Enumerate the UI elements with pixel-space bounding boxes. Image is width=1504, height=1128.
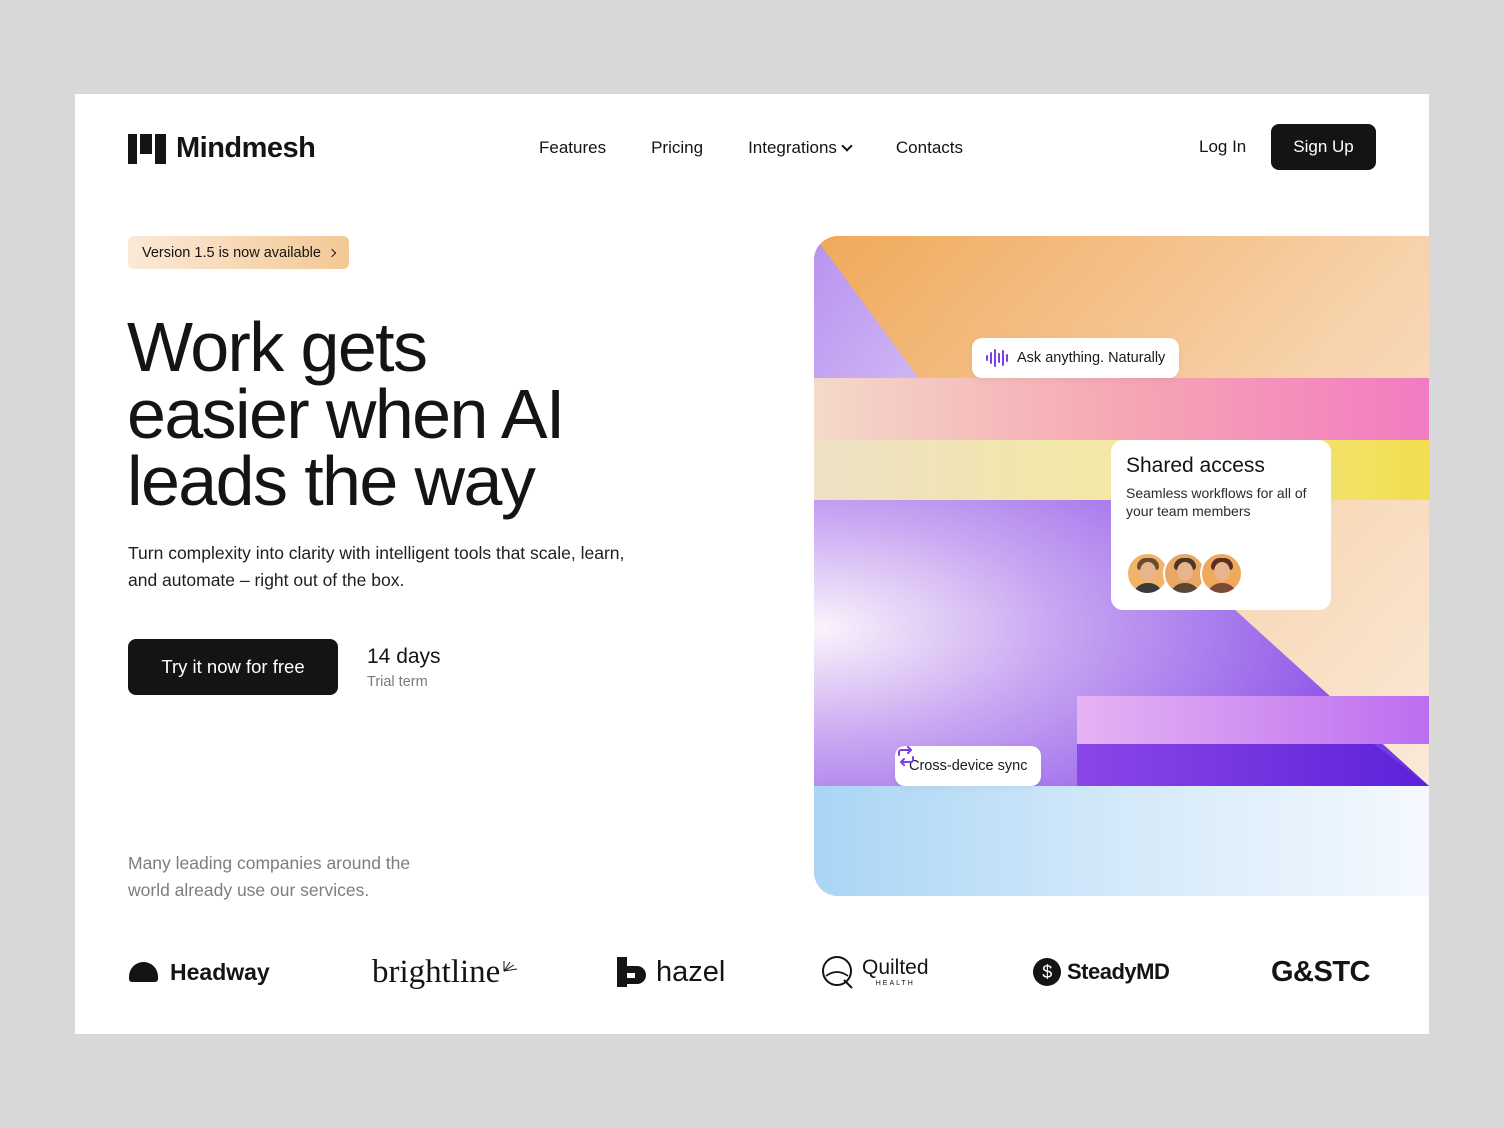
hero-subtext: Turn complexity into clarity with intell… bbox=[128, 543, 625, 590]
mindmesh-logo-icon bbox=[128, 133, 166, 164]
hero-visual: Ask anything. Naturally Shared access Se… bbox=[814, 236, 1429, 896]
signup-button[interactable]: Sign Up bbox=[1271, 124, 1376, 170]
nav-label: Contacts bbox=[895, 138, 963, 157]
ask-anything-chip: Ask anything. Naturally bbox=[972, 338, 1180, 378]
login-link[interactable]: Log In bbox=[1199, 137, 1246, 157]
steadymd-mark-icon: $ bbox=[1033, 958, 1061, 986]
version-badge[interactable]: Version 1.5 is now available bbox=[128, 236, 349, 269]
main-nav: Features Pricing Integrations Contacts bbox=[539, 138, 963, 158]
audio-wave-icon bbox=[986, 348, 1008, 368]
chevron-right-icon bbox=[327, 248, 337, 257]
headline-line: leads the way bbox=[127, 442, 536, 520]
sunburst-icon bbox=[503, 961, 518, 972]
cross-device-sync-chip: Cross-device sync bbox=[895, 746, 1042, 786]
sync-label: Cross-device sync bbox=[909, 758, 1028, 774]
logo-headway: Headway bbox=[129, 944, 270, 1000]
nav-label: Features bbox=[539, 138, 607, 157]
logo-hazel: hazel bbox=[615, 944, 725, 1000]
avatar bbox=[1200, 552, 1243, 595]
team-avatars bbox=[1126, 552, 1243, 595]
trial-term-label: Trial term bbox=[367, 674, 428, 690]
logo-text: Quilted bbox=[862, 956, 929, 979]
hero-headline: Work gets easier when AI leads the way bbox=[127, 308, 687, 520]
logo-text: hazel bbox=[656, 955, 726, 988]
logo-text: brightline bbox=[372, 953, 501, 990]
companies-note: Many leading companies around the world … bbox=[128, 853, 411, 900]
version-badge-label: Version 1.5 is now available bbox=[142, 244, 321, 261]
logo-text: G&STC bbox=[1271, 955, 1371, 988]
card-description: Seamless workflows for all of your team … bbox=[1126, 485, 1307, 519]
logo-gstc: G&STC bbox=[1271, 944, 1371, 1000]
headline-line: Work gets bbox=[127, 308, 428, 386]
card-title: Shared access bbox=[1126, 454, 1265, 477]
landing-page: Mindmesh Features Pricing Integrations C… bbox=[75, 94, 1429, 1034]
ask-anything-label: Ask anything. Naturally bbox=[1017, 350, 1166, 366]
logo-text: SteadyMD bbox=[1067, 959, 1170, 984]
logo-subtext: HEALTH bbox=[875, 980, 915, 987]
logo-steadymd: $ SteadyMD bbox=[1033, 944, 1170, 1000]
nav-item-features[interactable]: Features bbox=[539, 138, 606, 158]
nav-label: Pricing bbox=[651, 138, 704, 157]
brand-name: Mindmesh bbox=[176, 132, 316, 164]
nav-item-contacts[interactable]: Contacts bbox=[896, 138, 963, 158]
trial-days: 14 days bbox=[367, 645, 441, 668]
nav-label: Integrations bbox=[748, 138, 837, 157]
logo-brightline: brightline bbox=[372, 944, 518, 1000]
hazel-mark-icon bbox=[617, 957, 646, 987]
company-logos: Headway brightline hazel Quilted HEALTH … bbox=[75, 944, 1429, 1004]
try-free-button[interactable]: Try it now for free bbox=[128, 639, 338, 695]
headline-line: easier when AI bbox=[127, 375, 565, 453]
nav-item-pricing[interactable]: Pricing bbox=[651, 138, 703, 158]
chevron-down-icon bbox=[841, 139, 853, 152]
quilted-mark-icon bbox=[822, 956, 853, 989]
sync-icon bbox=[898, 746, 914, 766]
brand-logo[interactable]: Mindmesh bbox=[128, 132, 316, 165]
headway-mark-icon bbox=[129, 962, 158, 982]
logo-text: Headway bbox=[170, 958, 270, 985]
shared-access-card: Shared access Seamless workflows for all… bbox=[1111, 440, 1331, 610]
nav-item-integrations[interactable]: Integrations bbox=[748, 138, 853, 158]
logo-quilted-health: Quilted HEALTH bbox=[820, 944, 929, 1000]
